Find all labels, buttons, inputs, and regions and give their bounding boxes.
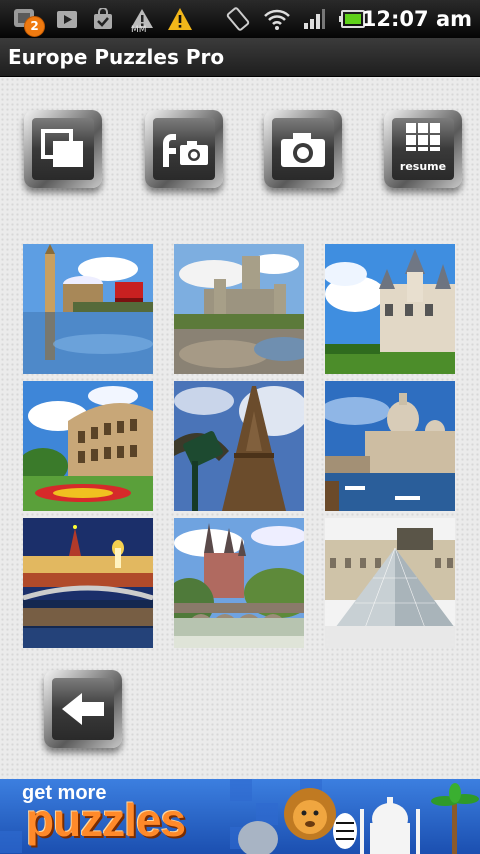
carrier-label: MM <box>131 25 147 35</box>
app-title: Europe Puzzles Pro <box>8 45 225 69</box>
puzzle-tile-colosseum[interactable] <box>23 381 153 511</box>
resume-button[interactable]: resume <box>384 110 462 188</box>
warning-icon <box>166 0 194 38</box>
taj-mahal-icon <box>360 797 420 854</box>
eiffel-tower-image <box>174 381 304 511</box>
colosseum-image <box>23 381 153 511</box>
puzzle-tile-venice[interactable] <box>325 381 455 511</box>
wifi-icon <box>262 0 292 38</box>
big-ben-image <box>23 244 153 374</box>
castle-image <box>174 244 304 374</box>
camera-button[interactable] <box>264 110 342 188</box>
camera-icon <box>281 133 325 167</box>
elephant-icon <box>238 821 278 854</box>
play-store-icon <box>54 0 80 38</box>
kremlin-image <box>23 518 153 648</box>
puzzle-tile-louvre[interactable] <box>325 518 455 648</box>
back-arrow-icon <box>62 693 104 725</box>
puzzle-tile-kremlin[interactable] <box>23 518 153 648</box>
facebook-camera-icon <box>163 134 208 167</box>
back-button[interactable] <box>44 670 122 748</box>
puzzle-tile-castle[interactable] <box>174 244 304 374</box>
palm-tree-icon <box>431 783 479 854</box>
chateau-image <box>325 244 455 374</box>
puzzle-tile-limburg[interactable] <box>174 518 304 648</box>
screen-rotation-icon <box>224 0 252 38</box>
shopping-bag-icon <box>90 0 116 38</box>
get-more-puzzles-banner[interactable]: get more puzzles <box>0 779 480 854</box>
gallery-icon <box>41 129 83 167</box>
cell-signal-icon <box>300 0 328 38</box>
clock: 12:07 am <box>361 7 472 31</box>
louvre-pyramid-image <box>325 518 455 648</box>
banner-line2: puzzles <box>26 794 186 846</box>
venice-image <box>325 381 455 511</box>
puzzle-tile-chateau[interactable] <box>325 244 455 374</box>
facebook-photo-button[interactable] <box>145 110 223 188</box>
puzzle-tile-eiffel-tower[interactable] <box>174 381 304 511</box>
gallery-button[interactable] <box>24 110 102 188</box>
limburg-cathedral-image <box>174 518 304 648</box>
puzzle-tile-big-ben[interactable] <box>23 244 153 374</box>
resume-label: resume <box>399 160 447 173</box>
notification-count-badge: 2 <box>24 16 45 37</box>
app-title-bar: Europe Puzzles Pro <box>0 38 480 77</box>
puzzle-grid-icon <box>406 123 440 151</box>
status-bar: 2 MM 12:07 am <box>0 0 480 38</box>
